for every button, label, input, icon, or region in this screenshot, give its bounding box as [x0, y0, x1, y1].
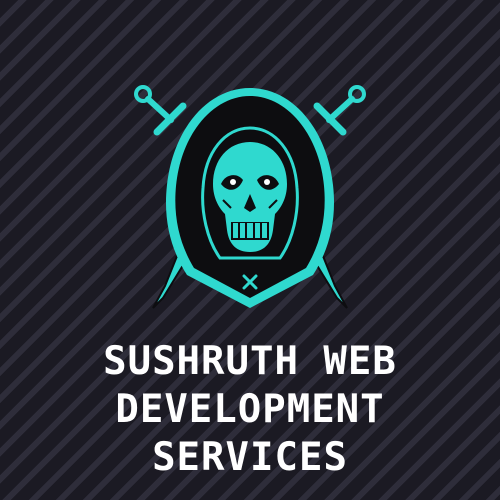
- brand-line-1: SUSHRUTH WEB: [103, 339, 397, 384]
- brand-line-3: SERVICES: [152, 435, 348, 480]
- logo-canvas: SUSHRUTH WEB DEVELOPMENT SERVICES: [0, 0, 500, 500]
- hooded-skull-swords-icon: [134, 85, 366, 309]
- brand-line-2: DEVELOPMENT: [115, 387, 385, 432]
- brand-title: SUSHRUTH WEB DEVELOPMENT SERVICES: [0, 338, 500, 482]
